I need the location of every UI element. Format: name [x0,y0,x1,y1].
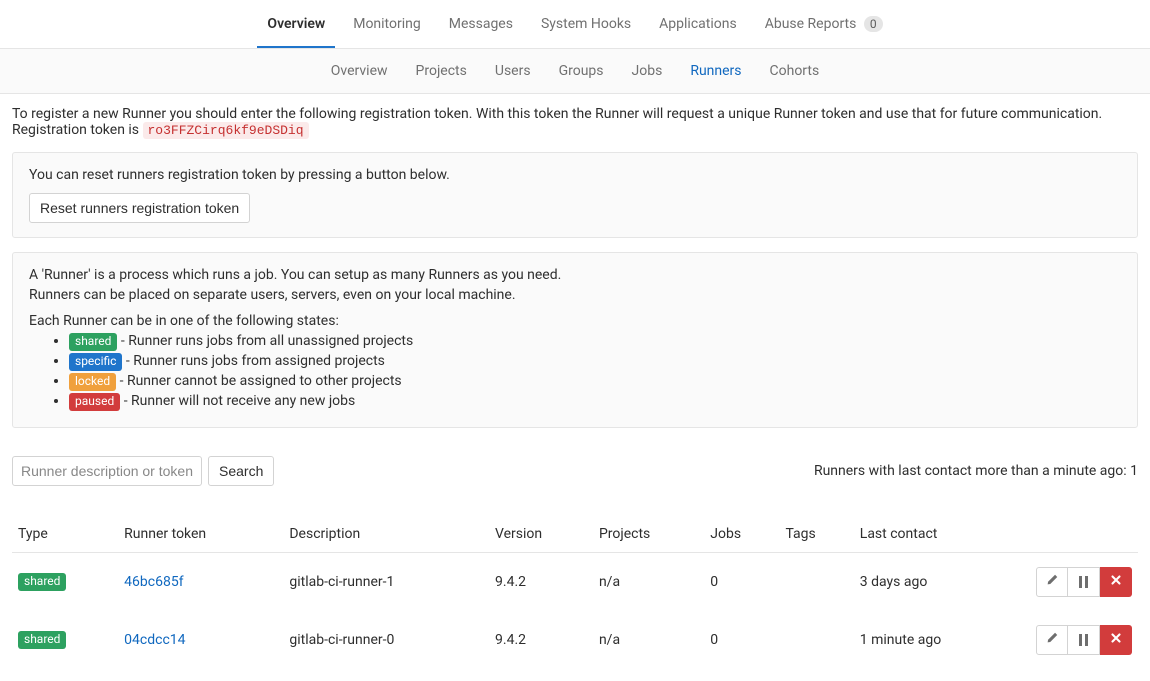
sub-tab-groups[interactable]: Groups [549,49,614,93]
close-icon [1109,573,1123,591]
pause-icon [1079,634,1088,646]
col-token: Runner token [118,516,283,553]
runner-last-contact: 1 minute ago [854,611,1018,669]
col-version: Version [489,516,593,553]
type-badge: shared [18,573,66,591]
shared-tag: shared [69,333,117,351]
top-tab-overview[interactable]: Overview [257,0,335,48]
runner-last-contact: 3 days ago [854,553,1018,612]
runner-tags [779,553,853,612]
reset-token-panel: You can reset runners registration token… [12,152,1138,238]
runners-summary: Runners with last contact more than a mi… [814,463,1138,479]
pencil-icon [1045,573,1059,591]
runner-jobs: 0 [704,553,779,612]
col-description: Description [283,516,489,553]
reset-token-text: You can reset runners registration token… [29,167,1121,183]
table-row: shared 46bc685f gitlab-ci-runner-19.4.2n/a… [12,553,1138,612]
delete-button[interactable] [1100,567,1132,597]
runner-description: gitlab-ci-runner-1 [283,553,489,612]
states-p1: A 'Runner' is a process which runs a job… [29,267,1121,283]
edit-button[interactable] [1036,567,1068,597]
state-shared: shared - Runner runs jobs from all unass… [69,333,1121,351]
table-row: shared 04cdcc14 gitlab-ci-runner-09.4.2n/a… [12,611,1138,669]
top-tab-messages[interactable]: Messages [439,0,523,48]
runner-token-link[interactable]: 46bc685f [124,574,183,590]
runner-description: gitlab-ci-runner-0 [283,611,489,669]
runners-table: Type Runner token Description Version Pr… [12,516,1138,669]
registration-token-line: Registration token is ro3FFZCirq6kf9eDSD… [12,122,1138,138]
runner-tags [779,611,853,669]
state-paused: paused - Runner will not receive any new… [69,393,1121,411]
reset-token-button[interactable]: Reset runners registration token [29,193,250,223]
runner-projects: n/a [593,553,704,612]
abuse-reports-count-badge: 0 [864,16,883,32]
edit-button[interactable] [1036,625,1068,655]
runner-projects: n/a [593,611,704,669]
intro-text: To register a new Runner you should ente… [12,106,1138,122]
states-heading: Each Runner can be in one of the followi… [29,313,1121,329]
sub-tab-overview[interactable]: Overview [321,49,398,93]
close-icon [1109,631,1123,649]
runner-token-link[interactable]: 04cdcc14 [124,632,185,648]
pause-icon [1079,576,1088,588]
sub-nav: Overview Projects Users Groups Jobs Runn… [0,49,1150,94]
runner-version: 9.4.2 [489,611,593,669]
state-specific: specific - Runner runs jobs from assigne… [69,353,1121,371]
pause-button[interactable] [1068,625,1100,655]
states-p2: Runners can be placed on separate users,… [29,287,1121,303]
runner-version: 9.4.2 [489,553,593,612]
runner-jobs: 0 [704,611,779,669]
paused-tag: paused [69,393,120,411]
sub-tab-projects[interactable]: Projects [406,49,477,93]
sub-tab-jobs[interactable]: Jobs [622,49,673,93]
col-tags: Tags [779,516,853,553]
sub-tab-users[interactable]: Users [485,49,541,93]
locked-tag: locked [69,373,116,391]
search-input[interactable] [12,456,202,486]
col-actions [1018,516,1138,553]
top-tab-applications[interactable]: Applications [649,0,747,48]
state-locked: locked - Runner cannot be assigned to ot… [69,373,1121,391]
col-last-contact: Last contact [854,516,1018,553]
col-type: Type [12,516,118,553]
pause-button[interactable] [1068,567,1100,597]
top-tab-system-hooks[interactable]: System Hooks [531,0,641,48]
sub-tab-runners[interactable]: Runners [680,49,751,93]
col-jobs: Jobs [704,516,779,553]
states-list: shared - Runner runs jobs from all unass… [69,333,1121,411]
registration-token: ro3FFZCirq6kf9eDSDiq [143,122,309,139]
search-button[interactable]: Search [208,456,274,486]
sub-tab-cohorts[interactable]: Cohorts [760,49,830,93]
top-nav: Overview Monitoring Messages System Hook… [0,0,1150,49]
type-badge: shared [18,631,66,649]
pencil-icon [1045,631,1059,649]
delete-button[interactable] [1100,625,1132,655]
specific-tag: specific [69,353,122,371]
runner-states-panel: A 'Runner' is a process which runs a job… [12,252,1138,428]
col-projects: Projects [593,516,704,553]
top-tab-abuse-reports[interactable]: Abuse Reports 0 [755,0,893,48]
top-tab-monitoring[interactable]: Monitoring [343,0,431,48]
